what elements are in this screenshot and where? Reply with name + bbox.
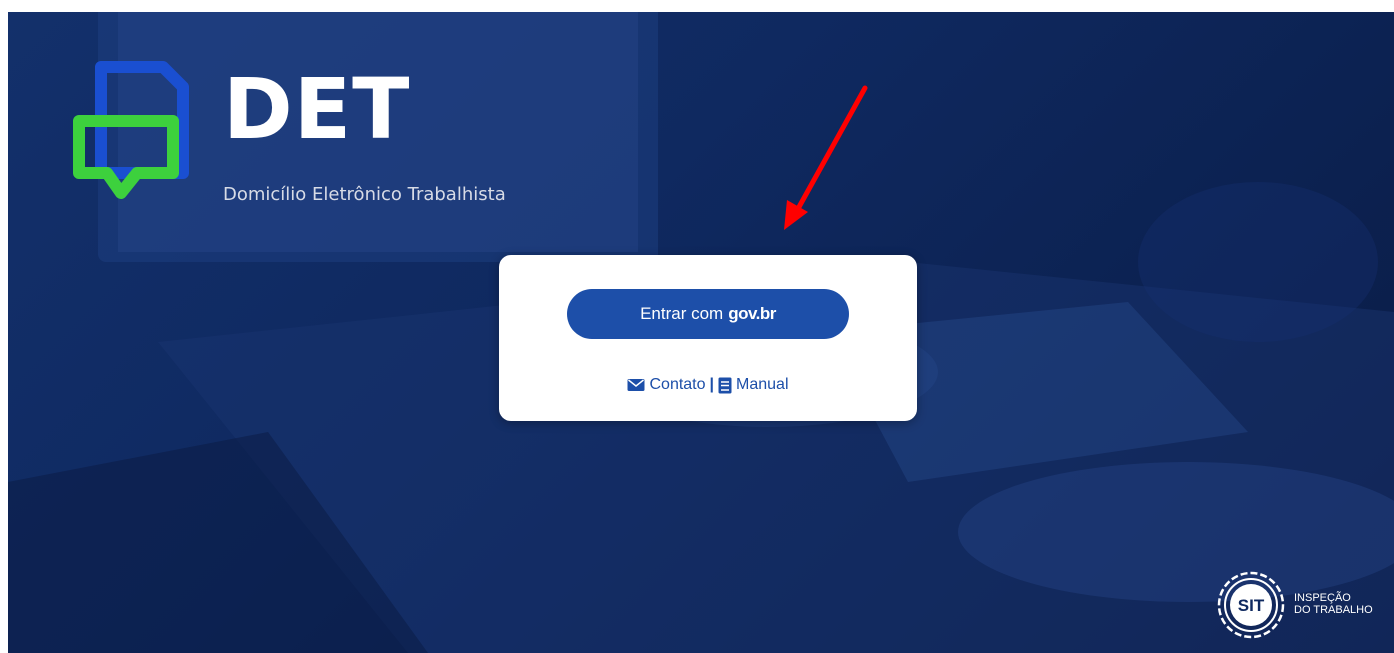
app-subtitle: Domicílio Eletrônico Trabalhista xyxy=(223,184,506,205)
det-logo: DET Domicílio Eletrônico Trabalhista xyxy=(65,55,545,225)
sit-logo: SIT INSPEÇÃO DO TRABALHO xyxy=(1216,570,1386,640)
contact-link-label: Contato xyxy=(649,376,706,393)
sit-seal-icon: SIT xyxy=(1217,571,1285,639)
sit-org-line1: INSPEÇÃO xyxy=(1294,592,1351,604)
link-separator: | xyxy=(709,376,715,393)
sit-org-line2: DO TRABALHO xyxy=(1294,604,1373,616)
govbr-login-button[interactable]: Entrar com gov.br xyxy=(567,289,849,339)
book-icon xyxy=(718,377,732,393)
login-card: Entrar com gov.br Contato | Manual xyxy=(499,255,917,421)
login-button-label: Entrar com xyxy=(640,304,724,323)
help-links: Contato | Manual xyxy=(499,373,917,397)
login-page: DET Domicílio Eletrônico Trabalhista Ent… xyxy=(0,0,1394,653)
envelope-icon xyxy=(627,379,645,391)
sit-seal-text: SIT xyxy=(1238,596,1265,615)
manual-link[interactable]: Manual xyxy=(718,376,789,394)
manual-link-label: Manual xyxy=(736,376,789,393)
red-annotation-arrow xyxy=(784,85,868,230)
det-logo-icon xyxy=(73,61,189,199)
govbr-brand-label: gov.br xyxy=(728,304,776,323)
contact-link[interactable]: Contato xyxy=(627,376,706,394)
app-title: DET xyxy=(223,60,411,158)
sit-org-name: INSPEÇÃO DO TRABALHO xyxy=(1294,592,1373,616)
